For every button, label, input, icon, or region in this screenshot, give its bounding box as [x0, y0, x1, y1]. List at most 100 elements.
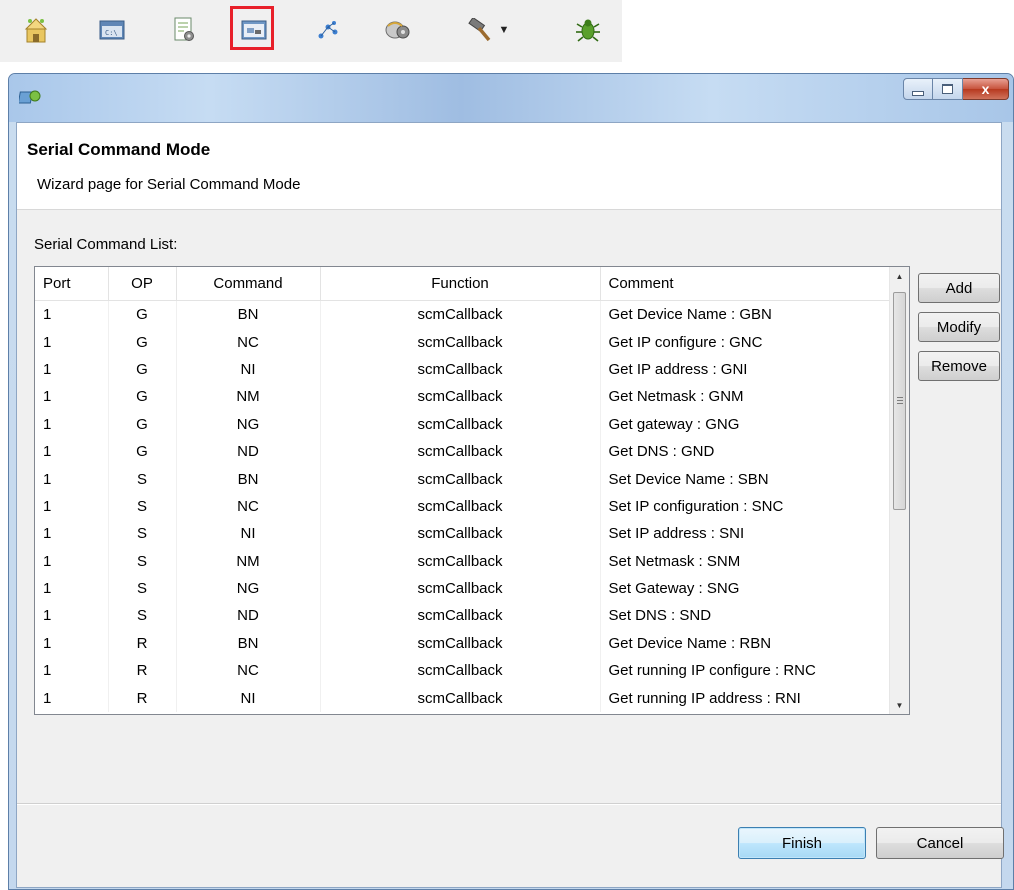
column-header-op[interactable]: OP	[108, 267, 177, 301]
finish-button[interactable]: Finish	[738, 827, 866, 859]
table-row[interactable]: 1 S NC scmCallback Set IP configuration : SN…	[35, 492, 890, 521]
scrollbar-thumb[interactable]	[893, 292, 906, 510]
build-hammer-icon	[467, 18, 490, 42]
table-row[interactable]: 1 S NM scmCallback Set Netmask : SNM	[35, 547, 890, 575]
settings-document-button[interactable]	[162, 8, 206, 52]
table-cell-port: 1	[35, 383, 109, 411]
table-cell-op: S	[108, 465, 177, 493]
console-button[interactable]: C:\	[90, 8, 134, 52]
table-cell-command: NC	[176, 492, 321, 521]
grip-icon	[897, 397, 903, 405]
table-cell-op: G	[108, 328, 177, 356]
title-bar[interactable]: x	[9, 74, 1013, 122]
table-cell-command: NG	[176, 410, 321, 438]
table-cell-command: ND	[176, 602, 321, 630]
vertical-scrollbar[interactable]: ▲ ▼	[889, 267, 909, 714]
table-cell-comment: Get DNS : GND	[608, 443, 715, 461]
debug-button[interactable]	[566, 8, 610, 52]
column-header-function[interactable]: Function	[320, 267, 601, 301]
table-cell-comment: Get running IP configure : RNC	[608, 662, 816, 680]
maximize-button[interactable]	[933, 78, 963, 100]
table-cell-function: scmCallback	[320, 657, 601, 685]
table-cell-port: 1	[35, 574, 109, 603]
table-cell-op: G	[108, 437, 177, 466]
command-table[interactable]: Port OP Command Function Comment 1 G BN scmCall…	[34, 266, 910, 715]
table-cell-function: scmCallback	[320, 574, 601, 603]
table-cell-comment: Set Device Name : SBN	[608, 470, 769, 488]
table-row[interactable]: 1 S ND scmCallback Set DNS : SND	[35, 602, 890, 630]
table-cell-op: G	[108, 300, 177, 329]
table-cell-comment: Get IP configure : GNC	[608, 333, 763, 351]
wizard-client-area: Serial Command Mode Wizard page for Seri…	[16, 122, 1004, 888]
table-cell-op: S	[108, 492, 177, 521]
table-cell-comment: Set IP configuration : SNC	[608, 497, 784, 515]
table-cell-comment: Set Netmask : SNM	[608, 552, 741, 570]
table-cell-function: scmCallback	[320, 520, 601, 548]
add-button[interactable]: Add	[918, 273, 1000, 303]
table-cell-op: S	[108, 602, 177, 630]
column-header-command[interactable]: Command	[176, 267, 321, 301]
table-cell-command: NM	[176, 547, 321, 575]
wizard-window: x Serial Command Mode Wizard page for Se…	[8, 73, 1014, 890]
table-cell-port: 1	[35, 465, 109, 493]
serial-command-mode-button[interactable]	[230, 6, 276, 52]
table-cell-command: NI	[176, 520, 321, 548]
table-cell-function: scmCallback	[320, 437, 601, 466]
column-header-comment[interactable]: Comment	[600, 267, 890, 301]
table-cell-op: S	[108, 574, 177, 603]
project-wizard-button[interactable]	[14, 8, 58, 52]
table-cell-comment: Set DNS : SND	[608, 607, 712, 625]
command-table-grid: Port OP Command Function Comment 1 G BN scmCall…	[35, 267, 890, 712]
scroll-down-icon[interactable]: ▼	[890, 696, 909, 714]
table-row[interactable]: 1 S NI scmCallback Set IP address : SNI	[35, 520, 890, 548]
table-cell-port: 1	[35, 328, 109, 356]
table-cell-op: S	[108, 547, 177, 575]
table-cell-command: NC	[176, 657, 321, 685]
table-row[interactable]: 1 G BN scmCallback Get Device Name : GBN	[35, 300, 890, 329]
table-row[interactable]: 1 R NI scmCallback Get running IP address : …	[35, 684, 890, 712]
table-cell-op: G	[108, 383, 177, 411]
project-wizard-icon	[24, 18, 48, 43]
table-cell-command: BN	[176, 629, 321, 658]
table-cell-function: scmCallback	[320, 684, 601, 712]
table-row[interactable]: 1 G NC scmCallback Get IP configure : GNC	[35, 328, 890, 356]
cancel-button[interactable]: Cancel	[876, 827, 1004, 859]
table-cell-function: scmCallback	[320, 300, 601, 329]
table-row[interactable]: 1 R NC scmCallback Get running IP configure …	[35, 657, 890, 685]
scroll-up-icon[interactable]: ▲	[890, 267, 909, 285]
table-cell-function: scmCallback	[320, 328, 601, 356]
maximize-icon	[942, 84, 953, 94]
minimize-button[interactable]	[903, 78, 933, 100]
table-cell-port: 1	[35, 410, 109, 438]
close-icon: x	[981, 81, 990, 97]
configure-button[interactable]	[376, 8, 420, 52]
table-cell-port: 1	[35, 657, 109, 685]
table-cell-comment: Set Gateway : SNG	[608, 580, 740, 598]
table-cell-command: NI	[176, 355, 321, 384]
table-row[interactable]: 1 S BN scmCallback Set Device Name : SBN	[35, 465, 890, 493]
page-description: Wizard page for Serial Command Mode	[37, 176, 301, 193]
column-header-port[interactable]: Port	[35, 267, 109, 301]
table-cell-function: scmCallback	[320, 492, 601, 521]
table-row[interactable]: 1 R BN scmCallback Get Device Name : RBN	[35, 629, 890, 658]
network-button[interactable]	[306, 8, 350, 52]
table-cell-comment: Set IP address : SNI	[608, 525, 745, 543]
remove-button[interactable]: Remove	[918, 351, 1000, 381]
build-dropdown-button[interactable]: ▼	[458, 8, 518, 52]
table-row[interactable]: 1 G NG scmCallback Get gateway : GNG	[35, 410, 890, 438]
network-icon	[318, 21, 338, 39]
app-icon	[19, 90, 41, 104]
close-button[interactable]: x	[963, 78, 1009, 100]
table-cell-function: scmCallback	[320, 383, 601, 411]
table-row[interactable]: 1 G NI scmCallback Get IP address : GNI	[35, 355, 890, 384]
table-cell-comment: Get Device Name : GBN	[608, 306, 772, 324]
table-cell-command: NM	[176, 383, 321, 411]
table-row[interactable]: 1 S NG scmCallback Set Gateway : SNG	[35, 574, 890, 603]
serial-command-mode-icon	[241, 20, 267, 40]
modify-button[interactable]: Modify	[918, 312, 1000, 342]
table-cell-port: 1	[35, 520, 109, 548]
table-cell-op: R	[108, 657, 177, 685]
table-row[interactable]: 1 G NM scmCallback Get Netmask : GNM	[35, 383, 890, 411]
table-row[interactable]: 1 G ND scmCallback Get DNS : GND	[35, 437, 890, 466]
footer-divider	[17, 803, 1001, 805]
